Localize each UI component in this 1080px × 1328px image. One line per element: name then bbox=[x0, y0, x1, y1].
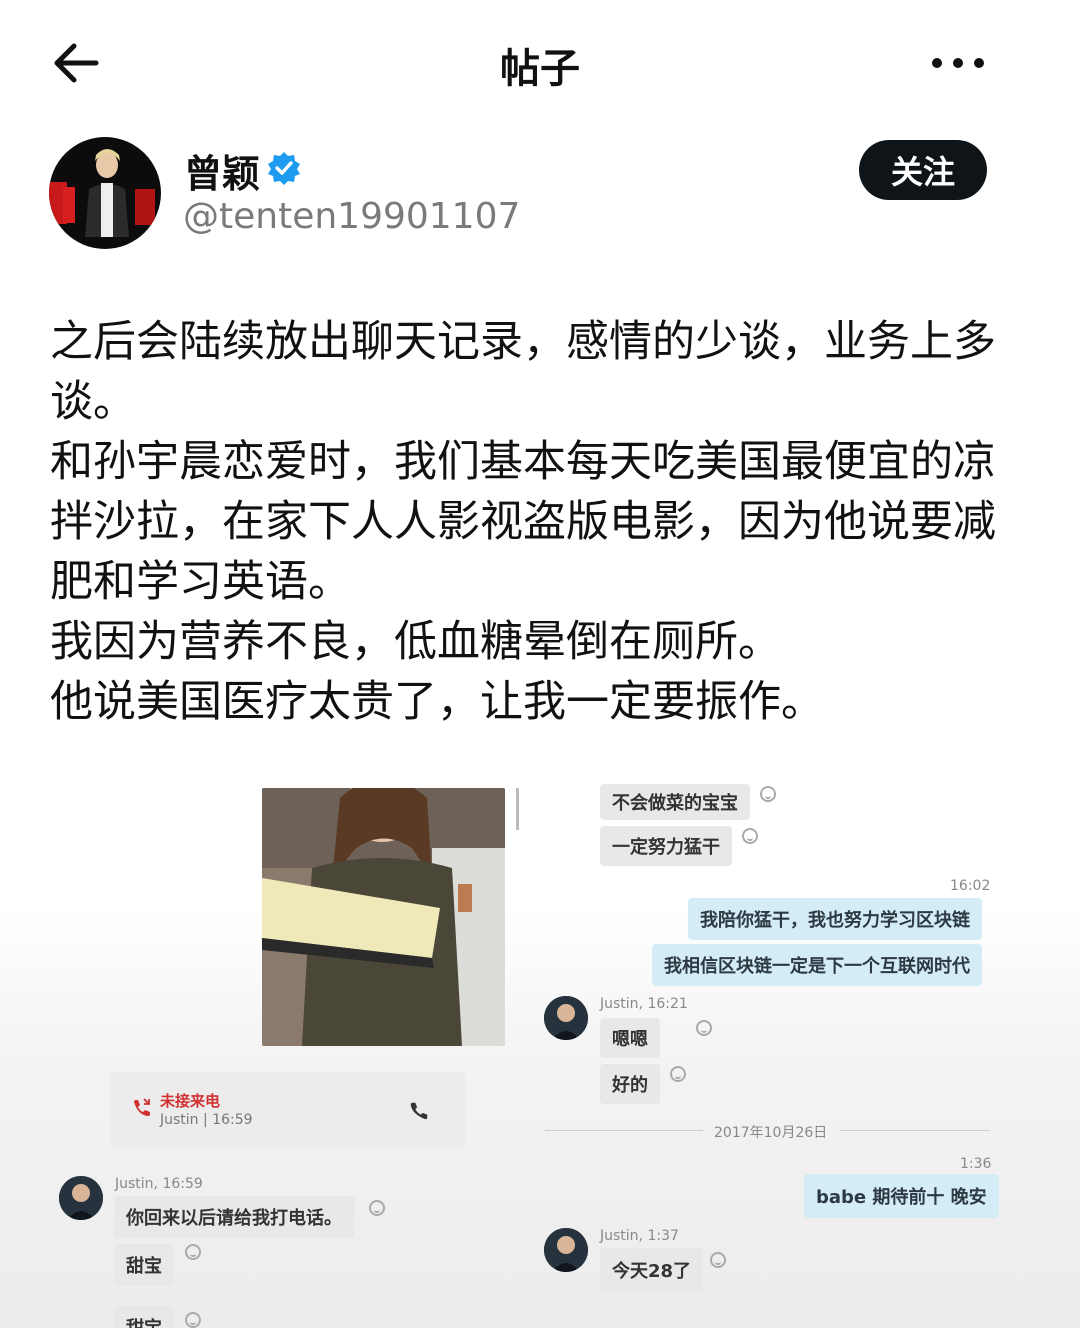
chat-avatar bbox=[544, 1228, 588, 1272]
smile-icon bbox=[185, 1244, 201, 1260]
smile-icon bbox=[710, 1252, 726, 1268]
post-media-image[interactable]: 不会做菜的宝宝 一定努力猛干 16:02 我陪你猛干，我也努力学习区块链 我相信… bbox=[0, 760, 1080, 1328]
more-icon bbox=[932, 58, 984, 68]
chat-timestamp: 16:02 bbox=[950, 878, 991, 894]
chat-sender: Justin, 1:37 bbox=[600, 1228, 679, 1244]
missed-call-icon bbox=[134, 1098, 150, 1116]
chat-timestamp: 1:36 bbox=[960, 1156, 992, 1172]
page-title: 帖子 bbox=[500, 46, 580, 92]
divider bbox=[840, 1130, 990, 1131]
chat-bubble: 嗯嗯 bbox=[600, 1018, 660, 1058]
chat-sender: Justin, 16:21 bbox=[600, 996, 688, 1012]
smile-icon bbox=[670, 1066, 686, 1082]
author-avatar[interactable] bbox=[49, 137, 161, 249]
author-handle[interactable]: @tenten19901107 bbox=[183, 196, 520, 237]
missed-call-label: 未接来电 bbox=[160, 1092, 221, 1110]
phone-icon bbox=[410, 1102, 428, 1120]
post-paragraph: 我因为营养不良，低血糖晕倒在厕所。 bbox=[50, 617, 781, 667]
chat-bubble: 好的 bbox=[600, 1064, 660, 1104]
post-paragraph: 他说美国医疗太贵了，让我一定要振作。 bbox=[50, 677, 824, 727]
chat-bubble: babe 期待前十 晚安 bbox=[804, 1174, 999, 1218]
more-options-button[interactable] bbox=[928, 48, 988, 78]
missed-call-sub: Justin | 16:59 bbox=[160, 1112, 253, 1128]
chat-bubble: 一定努力猛干 bbox=[600, 826, 732, 866]
missed-call-card: 未接来电 Justin | 16:59 bbox=[110, 1072, 465, 1148]
chat-avatar bbox=[59, 1176, 103, 1220]
smile-icon bbox=[185, 1312, 201, 1328]
chat-photo bbox=[262, 788, 505, 1046]
smile-icon bbox=[760, 786, 776, 802]
chat-bubble: 我陪你猛干，我也努力学习区块链 bbox=[688, 898, 982, 940]
chat-bubble: 不会做菜的宝宝 bbox=[600, 784, 750, 820]
chat-sender: Justin, 16:59 bbox=[115, 1176, 203, 1192]
chat-bubble: 甜宝 bbox=[114, 1306, 174, 1328]
smile-icon bbox=[369, 1200, 385, 1216]
chat-bubble: 今天28了 bbox=[600, 1248, 704, 1292]
scrollbar bbox=[516, 788, 519, 830]
chat-bubble: 你回来以后请给我打电话。 bbox=[114, 1196, 354, 1238]
smile-icon bbox=[742, 828, 758, 844]
post-text: 之后会陆续放出聊天记录，感情的少谈，业务上多谈。 和孙宇晨恋爱时，我们基本每天吃… bbox=[50, 312, 1020, 732]
top-bar: 帖子 bbox=[0, 0, 1080, 125]
author-name[interactable]: 曾颖 bbox=[184, 143, 260, 198]
divider bbox=[545, 1130, 703, 1131]
post-paragraph: 之后会陆续放出聊天记录，感情的少谈，业务上多谈。 bbox=[50, 317, 996, 427]
smile-icon bbox=[696, 1020, 712, 1036]
chat-date: 2017年10月26日 bbox=[714, 1125, 828, 1141]
follow-button[interactable]: 关注 bbox=[859, 140, 987, 200]
chat-bubble: 我相信区块链一定是下一个互联网时代 bbox=[652, 944, 982, 986]
chat-avatar bbox=[544, 996, 588, 1040]
chat-bubble: 甜宝 bbox=[114, 1244, 174, 1286]
post-paragraph: 和孙宇晨恋爱时，我们基本每天吃美国最便宜的凉拌沙拉，在家下人人影视盗版电影，因为… bbox=[50, 437, 996, 607]
verified-badge-icon bbox=[268, 152, 300, 185]
